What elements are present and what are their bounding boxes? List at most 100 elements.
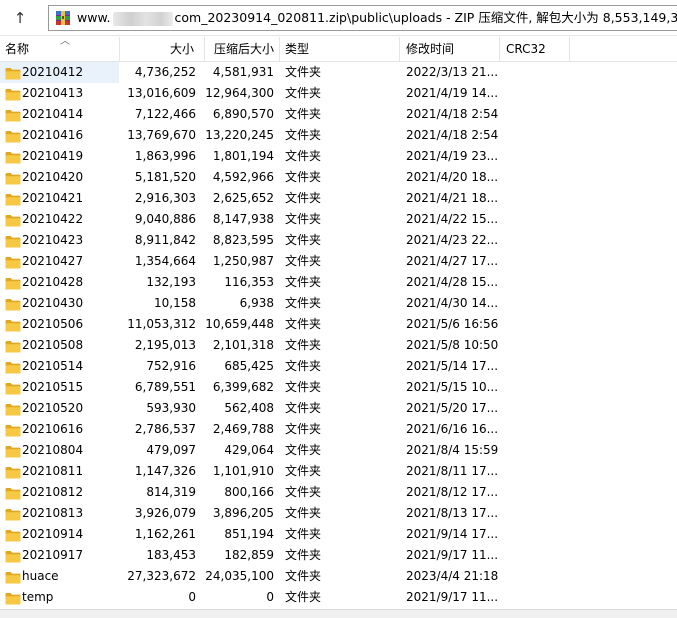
name-cell[interactable]: 20210508	[0, 335, 119, 356]
name-cell[interactable]: 20210813	[0, 503, 119, 524]
file-row[interactable]: 20210423 8,911,842 8,823,595 文件夹 2021/4/23 2…	[0, 230, 677, 251]
column-header-modified[interactable]: 修改时间	[406, 37, 496, 61]
file-row[interactable]: 20210804 479,097 429,064 文件夹 2021/8/4 15:59	[0, 440, 677, 461]
file-row[interactable]: 20210811 1,147,326 1,101,910 文件夹 2021/8/11 1…	[0, 461, 677, 482]
file-row[interactable]: 20210422 9,040,886 8,147,938 文件夹 2021/4/22 1…	[0, 209, 677, 230]
crc-cell	[506, 62, 566, 83]
packed-size-cell: 8,823,595	[212, 233, 274, 247]
file-row[interactable]: 20210812 814,319 800,166 文件夹 2021/8/12 17...	[0, 482, 677, 503]
name-cell[interactable]: 20210419	[0, 146, 119, 167]
type-cell: 文件夹	[285, 422, 322, 436]
file-row[interactable]: 20210515 6,789,551 6,399,682 文件夹 2021/5/15 1…	[0, 377, 677, 398]
folder-icon	[5, 339, 21, 353]
name-cell[interactable]: 20210416	[0, 125, 119, 146]
file-row[interactable]: 20210917 183,453 182,859 文件夹 2021/9/17 11...	[0, 545, 677, 566]
folder-icon	[5, 381, 21, 395]
column-header-size[interactable]: 大小	[119, 37, 194, 61]
up-arrow-icon[interactable]: ↑	[8, 7, 32, 29]
packed-size-cell: 800,166	[224, 485, 274, 499]
name-cell[interactable]: 20210430	[0, 293, 119, 314]
file-name: 20210616	[22, 422, 84, 436]
name-cell[interactable]: 20210422	[0, 209, 119, 230]
modified-cell: 2023/4/4 21:18	[406, 569, 499, 583]
type-cell: 文件夹	[285, 443, 322, 457]
file-name: 20210914	[22, 527, 84, 541]
name-cell[interactable]: 20210616	[0, 419, 119, 440]
column-header-name[interactable]: ︿ 名称	[5, 36, 119, 61]
file-row[interactable]: 20210412 4,736,252 4,581,931 文件夹 2022/3/13 2…	[0, 62, 677, 83]
horizontal-scrollbar[interactable]	[0, 609, 677, 618]
size-cell: 9,040,886	[134, 212, 196, 226]
type-cell: 文件夹	[285, 485, 322, 499]
name-cell[interactable]: 20210414	[0, 104, 119, 125]
file-row[interactable]: 20210430 10,158 6,938 文件夹 2021/4/30 14...	[0, 293, 677, 314]
file-row[interactable]: 20210514 752,916 685,425 文件夹 2021/5/14 17...	[0, 356, 677, 377]
column-divider[interactable]	[499, 37, 500, 61]
column-divider[interactable]	[279, 37, 280, 61]
name-cell[interactable]: 20210804	[0, 440, 119, 461]
packed-size-cell: 1,801,194	[212, 149, 274, 163]
column-header-crc[interactable]: CRC32	[506, 37, 566, 61]
type-cell: 文件夹	[285, 380, 322, 394]
type-cell: 文件夹	[285, 170, 322, 184]
name-cell[interactable]: 20210420	[0, 167, 119, 188]
address-bar: ↑ www. com_20230914_020811.zip\public\upl…	[0, 0, 677, 36]
column-divider[interactable]	[399, 37, 400, 61]
file-row[interactable]: 20210506 11,053,312 10,659,448 文件夹 2021/5/6 …	[0, 314, 677, 335]
name-cell[interactable]: 20210412	[0, 62, 119, 83]
name-cell[interactable]: 20210812	[0, 482, 119, 503]
modified-cell: 2021/4/21 18...	[406, 191, 499, 205]
file-row[interactable]: 20210508 2,195,013 2,101,318 文件夹 2021/5/8 10…	[0, 335, 677, 356]
type-cell: 文件夹	[285, 317, 322, 331]
file-row[interactable]: 20210914 1,162,261 851,194 文件夹 2021/9/14 17.…	[0, 524, 677, 545]
name-cell[interactable]: 20210413	[0, 83, 119, 104]
type-cell: 文件夹	[285, 191, 322, 205]
crc-cell	[506, 461, 566, 482]
file-row[interactable]: 20210427 1,354,664 1,250,987 文件夹 2021/4/27 1…	[0, 251, 677, 272]
file-name: 20210813	[22, 506, 84, 520]
name-cell[interactable]: 20210423	[0, 230, 119, 251]
crc-cell	[506, 272, 566, 293]
packed-size-cell: 429,064	[224, 443, 274, 457]
file-name: 20210508	[22, 338, 84, 352]
type-cell: 文件夹	[285, 506, 322, 520]
name-cell[interactable]: temp	[0, 587, 119, 608]
crc-cell	[506, 251, 566, 272]
file-row[interactable]: 20210421 2,916,303 2,625,652 文件夹 2021/4/21 1…	[0, 188, 677, 209]
file-row[interactable]: 20210520 593,930 562,408 文件夹 2021/5/20 17...	[0, 398, 677, 419]
file-row[interactable]: 20210428 132,193 116,353 文件夹 2021/4/28 15...	[0, 272, 677, 293]
type-cell: 文件夹	[285, 590, 322, 604]
name-cell[interactable]: 20210428	[0, 272, 119, 293]
name-cell[interactable]: 20210811	[0, 461, 119, 482]
packed-size-cell: 10,659,448	[205, 317, 274, 331]
file-row[interactable]: huace 27,323,672 24,035,100 文件夹 2023/4/4 21:…	[0, 566, 677, 587]
name-cell[interactable]: 20210520	[0, 398, 119, 419]
file-row[interactable]: 20210813 3,926,079 3,896,205 文件夹 2021/8/13 1…	[0, 503, 677, 524]
column-header-packed[interactable]: 压缩后大小	[204, 37, 274, 61]
file-name: 20210520	[22, 401, 84, 415]
name-cell[interactable]: 20210427	[0, 251, 119, 272]
name-cell[interactable]: 20210515	[0, 377, 119, 398]
file-row[interactable]: 20210413 13,016,609 12,964,300 文件夹 2021/4/19…	[0, 83, 677, 104]
modified-cell: 2021/5/14 17...	[406, 359, 499, 373]
name-cell[interactable]: 20210421	[0, 188, 119, 209]
file-row[interactable]: 20210416 13,769,670 13,220,245 文件夹 2021/4/18…	[0, 125, 677, 146]
column-divider[interactable]	[569, 37, 570, 61]
file-row[interactable]: temp 0 0 文件夹 2021/9/17 11...	[0, 587, 677, 608]
crc-cell	[506, 230, 566, 251]
folder-icon	[5, 486, 21, 500]
name-cell[interactable]: 20210914	[0, 524, 119, 545]
file-row[interactable]: 20210420 5,181,520 4,592,966 文件夹 2021/4/20 1…	[0, 167, 677, 188]
file-row[interactable]: 20210419 1,863,996 1,801,194 文件夹 2021/4/19 2…	[0, 146, 677, 167]
name-cell[interactable]: huace	[0, 566, 119, 587]
type-cell: 文件夹	[285, 401, 322, 415]
file-row[interactable]: 20210616 2,786,537 2,469,788 文件夹 2021/6/16 1…	[0, 419, 677, 440]
file-name: 20210811	[22, 464, 84, 478]
column-header-type[interactable]: 类型	[285, 37, 385, 61]
size-cell: 0	[188, 590, 196, 604]
file-row[interactable]: 20210414 7,122,466 6,890,570 文件夹 2021/4/18 2…	[0, 104, 677, 125]
name-cell[interactable]: 20210506	[0, 314, 119, 335]
path-field[interactable]: www. com_20230914_020811.zip\public\uploa…	[48, 5, 677, 31]
name-cell[interactable]: 20210917	[0, 545, 119, 566]
name-cell[interactable]: 20210514	[0, 356, 119, 377]
